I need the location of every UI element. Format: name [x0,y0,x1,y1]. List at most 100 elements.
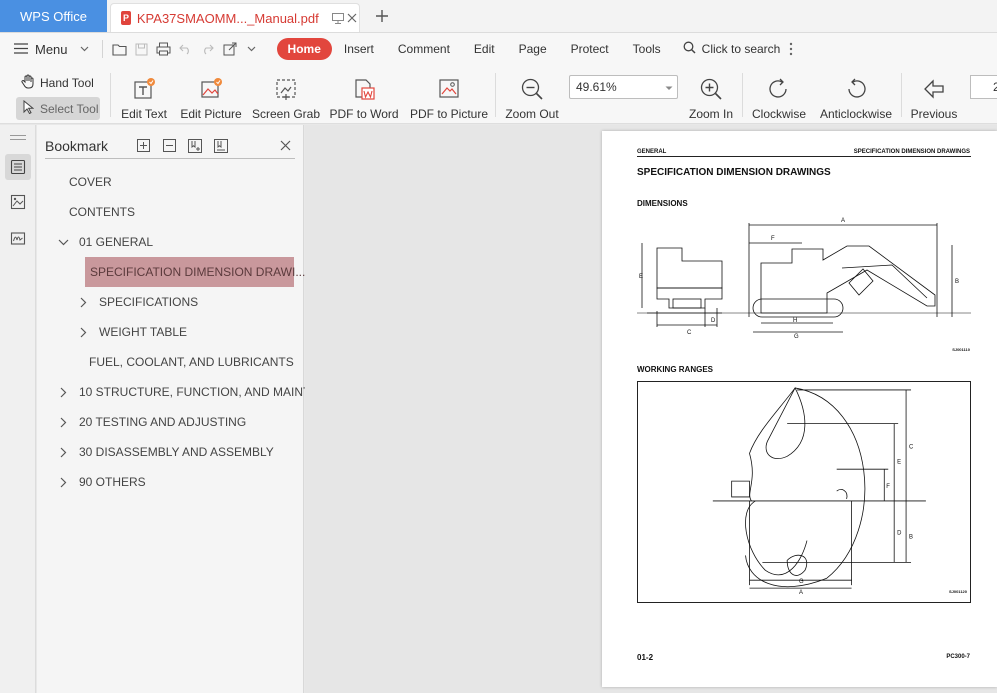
dim-label-a: A [841,218,845,224]
dim-label-f: F [771,236,775,242]
chevron-right-icon[interactable] [75,324,91,340]
hand-tool-button[interactable]: Hand Tool [16,71,100,94]
monitor-icon[interactable] [331,8,345,28]
export-icon[interactable] [219,38,241,60]
bookmark-panel-icon[interactable] [5,154,31,180]
add-bookmark-icon[interactable] [182,137,208,155]
tab-insert[interactable]: Insert [332,38,386,60]
bookmark-item-label: 20 TESTING AND ADJUSTING [79,415,247,429]
wr-label-c: C [909,444,914,450]
tab-tools[interactable]: Tools [621,38,673,60]
rotate-clockwise-icon [766,76,792,102]
more-dropdown-icon[interactable] [241,38,263,60]
dim-label-c: C [687,330,692,336]
tab-home[interactable]: Home [276,38,332,60]
chevron-down-icon [665,80,673,94]
edit-text-button[interactable]: Edit Text [120,69,168,121]
bookmark-item[interactable]: 10 STRUCTURE, FUNCTION, AND MAINT... [55,377,319,407]
bookmark-item-label: SPECIFICATION DIMENSION DRAWI... [90,265,306,279]
previous-label: Previous [910,107,958,121]
document-tab-title: KPA37SMAOMM..._Manual.pdf [136,10,319,26]
tab-page[interactable]: Page [507,38,559,60]
bookmark-item[interactable]: COVER [69,167,112,197]
figure-code-1: SJ001110 [952,347,970,352]
edit-picture-icon [198,76,224,102]
thumbnail-panel-icon[interactable] [5,189,31,215]
bookmark-item[interactable]: WEIGHT TABLE [75,317,187,347]
zoom-out-button[interactable]: Zoom Out [503,69,561,121]
search-box[interactable]: Click to search [683,41,780,57]
bookmark-item[interactable]: SPECIFICATIONS [75,287,198,317]
app-tab[interactable]: WPS Office [0,0,107,32]
page-number-input[interactable]: 2 [970,75,997,99]
tab-protect[interactable]: Protect [559,38,621,60]
dimensions-drawing: E D C A F H G B [637,218,971,340]
bookmark-item-label: FUEL, COOLANT, AND LUBRICANTS [89,355,294,369]
chevron-right-icon[interactable] [55,444,71,460]
section-heading-working-ranges: WORKING RANGES [637,365,713,374]
rotate-anticlockwise-button[interactable]: Anticlockwise [818,69,894,121]
bookmark-item[interactable]: 90 OTHERS [55,467,146,497]
screen-grab-button[interactable]: Screen Grab [252,69,320,121]
bookmark-item[interactable]: CONTENTS [69,197,135,227]
redo-icon[interactable] [197,38,219,60]
bookmark-item[interactable]: 01 GENERAL [55,227,153,257]
zoom-in-button[interactable]: Zoom In [686,69,736,121]
more-options-icon[interactable] [780,38,802,60]
expand-all-icon[interactable] [130,137,156,155]
hand-tool-label: Hand Tool [40,75,94,90]
document-canvas[interactable]: GENERAL SPECIFICATION DIMENSION DRAWINGS… [305,125,997,693]
pdf-to-picture-button[interactable]: PDF to Picture [410,69,488,121]
bookmark-item-label: 10 STRUCTURE, FUNCTION, AND MAINT... [79,385,320,399]
pdf-page: GENERAL SPECIFICATION DIMENSION DRAWINGS… [602,131,997,687]
hamburger-icon [14,41,28,58]
undo-icon[interactable] [175,38,197,60]
bookmark-item-label: SPECIFICATIONS [99,295,199,309]
figure-code-2: SJ001120 [948,589,967,594]
dim-label-b: B [955,279,959,285]
pdf-to-word-icon [351,76,377,102]
rotate-anticlockwise-icon [843,76,869,102]
chevron-right-icon[interactable] [55,384,71,400]
print-icon[interactable] [153,38,175,60]
screen-grab-icon [273,76,299,102]
bookmark-item-label: 01 GENERAL [79,235,154,249]
wr-label-g: G [799,579,804,585]
open-folder-icon[interactable] [109,38,131,60]
chevron-right-icon[interactable] [55,474,71,490]
chevron-right-icon[interactable] [55,414,71,430]
panel-grip-icon[interactable] [10,135,26,140]
document-tab[interactable]: P KPA37SMAOMM..._Manual.pdf [110,3,360,32]
page-footer-model: PC300-7 [946,654,970,660]
tab-comment[interactable]: Comment [386,38,462,60]
chevron-down-icon[interactable] [55,234,71,250]
divider [742,73,743,117]
working-ranges-drawing: C E F D B G A [637,381,971,603]
chevron-down-icon[interactable] [74,38,96,60]
zoom-level-value: 49.61% [576,80,617,94]
section-heading-dimensions: DIMENSIONS [637,199,688,208]
save-icon[interactable] [131,38,153,60]
wr-label-e: E [897,459,901,465]
collapse-all-icon[interactable] [156,137,182,155]
rotate-clockwise-button[interactable]: Clockwise [750,69,808,121]
edit-picture-label: Edit Picture [180,107,242,121]
tab-edit[interactable]: Edit [462,38,507,60]
edit-picture-button[interactable]: Edit Picture [180,69,242,121]
previous-page-button[interactable]: Previous [908,69,960,121]
bookmark-item[interactable]: 30 DISASSEMBLY AND ASSEMBLY [55,437,274,467]
menu-button[interactable]: Menu [14,41,68,58]
close-tab-icon[interactable] [345,8,359,28]
new-tab-icon[interactable] [372,6,392,26]
pdf-to-word-button[interactable]: PDF to Word [329,69,399,121]
bookmark-item[interactable]: FUEL, COOLANT, AND LUBRICANTS [89,347,294,377]
bookmark-item[interactable]: 20 TESTING AND ADJUSTING [55,407,246,437]
bookmark-item[interactable]: SPECIFICATION DIMENSION DRAWI... [85,257,305,287]
cursor-arrow-icon [20,99,36,117]
bookmark-options-icon[interactable] [208,137,234,155]
signature-panel-icon[interactable] [5,225,31,251]
chevron-right-icon[interactable] [75,294,91,310]
select-tool-button[interactable]: Select Tool [16,97,100,120]
zoom-level-select[interactable]: 49.61% [569,75,678,99]
close-panel-icon[interactable] [275,135,295,155]
